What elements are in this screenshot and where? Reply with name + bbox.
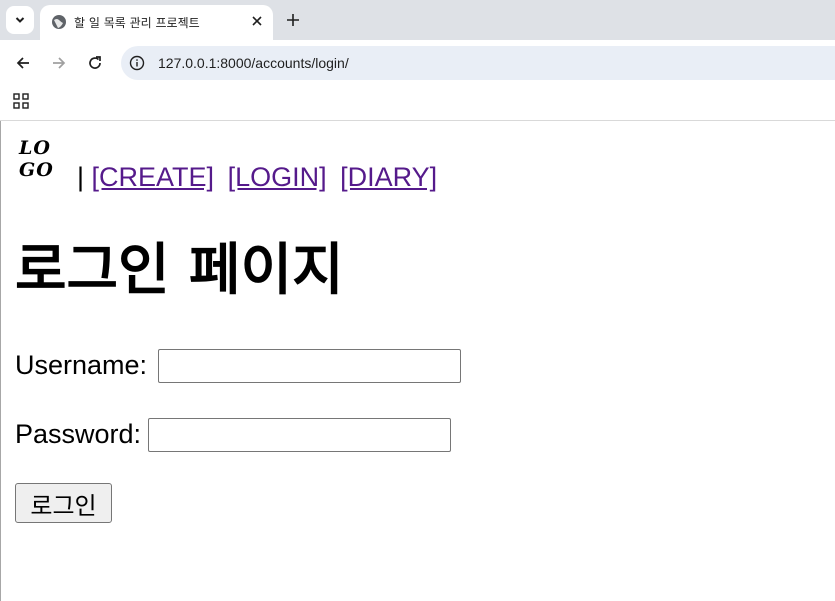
plus-icon	[287, 14, 299, 26]
address-bar[interactable]: 127.0.0.1:8000/accounts/login/	[121, 46, 835, 80]
tab-close-button[interactable]	[249, 13, 265, 29]
back-button[interactable]	[10, 50, 36, 76]
browser-toolbar: 127.0.0.1:8000/accounts/login/	[0, 40, 835, 85]
apps-grid-icon[interactable]	[13, 93, 29, 109]
nav-link-diary[interactable]: [DIARY]	[340, 162, 437, 192]
reload-icon	[89, 56, 101, 69]
url-text: 127.0.0.1:8000/accounts/login/	[158, 55, 349, 71]
info-icon[interactable]	[129, 55, 145, 71]
logo[interactable]: LO GO	[19, 137, 54, 181]
tab-title: 할 일 목록 관리 프로젝트	[74, 16, 200, 30]
nav-separator: |	[77, 162, 85, 192]
login-button[interactable]: 로그인	[15, 483, 112, 523]
arrow-right-icon	[53, 57, 66, 69]
nav-link-create[interactable]: [CREATE]	[92, 162, 215, 192]
arrow-left-icon	[16, 57, 29, 69]
password-field[interactable]	[148, 418, 451, 452]
close-icon	[252, 16, 262, 26]
logo-line-1: LO	[19, 137, 51, 159]
username-label: Username:	[15, 350, 148, 380]
forward-button[interactable]	[46, 50, 72, 76]
page-title: 로그인 페이지	[15, 238, 344, 303]
reload-button[interactable]	[82, 50, 108, 76]
tab-strip: 할 일 목록 관리 프로젝트	[0, 0, 835, 40]
tab-search-button[interactable]	[6, 6, 34, 34]
chevron-down-icon	[15, 17, 25, 23]
page-content: LO GO | [CREATE] [LOGIN] [DIARY] 로그인 페이지…	[0, 121, 835, 601]
nav-link-login[interactable]: [LOGIN]	[228, 162, 327, 192]
globe-icon	[52, 15, 66, 29]
username-field[interactable]	[158, 349, 461, 383]
password-label: Password:	[15, 419, 142, 449]
logo-line-2: GO	[19, 159, 54, 181]
browser-tab[interactable]: 할 일 목록 관리 프로젝트	[40, 5, 273, 40]
new-tab-button[interactable]	[282, 9, 304, 31]
bookmarks-bar	[0, 85, 835, 121]
main-nav: | [CREATE] [LOGIN] [DIARY]	[77, 161, 437, 193]
